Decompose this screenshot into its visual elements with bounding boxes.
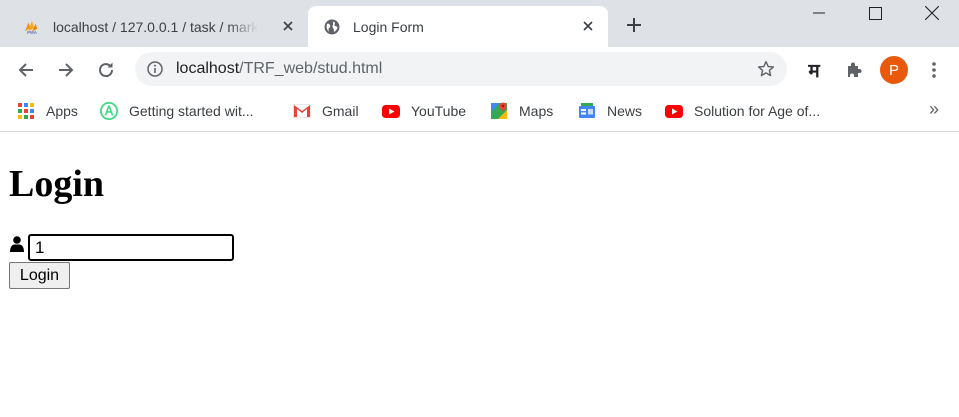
bookmarks-bar: Apps Getting started wit... Gmail YouTub… (0, 93, 959, 132)
tab-title: Login Form (353, 18, 424, 35)
bookmark-maps[interactable]: Maps (490, 101, 553, 121)
bookmark-label: Solution for Age of... (694, 103, 821, 119)
close-icon (925, 6, 939, 20)
back-button[interactable] (10, 54, 42, 86)
tab-phpmyadmin[interactable]: PMA localhost / 127.0.0.1 / task / mark (8, 6, 308, 47)
bookmark-apps[interactable]: Apps (17, 101, 78, 121)
address-bar[interactable]: localhost/TRF_web/stud.html (135, 52, 787, 86)
bookmark-youtube[interactable]: YouTube (382, 101, 466, 121)
bookmark-label: Gmail (322, 103, 359, 119)
browser-toolbar: localhost/TRF_web/stud.html म P (0, 47, 959, 93)
user-icon (10, 236, 24, 252)
apps-grid-icon (17, 102, 35, 120)
bookmark-label: News (607, 103, 643, 119)
close-icon[interactable] (580, 18, 596, 34)
minimize-button[interactable] (796, 0, 842, 26)
bookmark-label: Apps (46, 103, 78, 119)
new-tab-button[interactable] (622, 13, 646, 37)
maximize-icon (868, 6, 882, 20)
star-icon[interactable] (757, 60, 775, 78)
info-icon[interactable] (147, 61, 163, 77)
extensions-button[interactable] (838, 54, 870, 86)
phpmyadmin-icon: PMA (24, 19, 40, 35)
forward-button[interactable] (50, 54, 82, 86)
android-studio-icon (100, 102, 118, 120)
minimize-icon (813, 12, 825, 14)
close-icon[interactable] (280, 18, 296, 34)
extension-hindi-button[interactable]: म (802, 56, 826, 84)
tab-title: localhost / 127.0.0.1 / task / mark (53, 18, 258, 35)
youtube-icon (382, 102, 400, 120)
tab-strip: PMA localhost / 127.0.0.1 / task / mark … (0, 0, 959, 47)
login-button[interactable]: Login (9, 262, 70, 289)
url-path: /TRF_web/stud.html (239, 60, 383, 77)
news-icon (578, 102, 596, 120)
reload-button[interactable] (90, 54, 122, 86)
arrow-left-icon (18, 63, 33, 77)
youtube-icon (665, 102, 683, 120)
url-host: localhost (176, 60, 240, 77)
gmail-icon (293, 102, 311, 120)
menu-button[interactable] (918, 54, 950, 86)
plus-icon (627, 18, 641, 32)
svg-text:PMA: PMA (27, 30, 38, 35)
puzzle-icon (848, 62, 862, 77)
bookmark-getting-started[interactable]: Getting started wit... (100, 101, 254, 121)
page-title: Login (9, 163, 105, 205)
bookmark-label: Maps (519, 103, 554, 119)
bookmark-gmail[interactable]: Gmail (293, 101, 359, 121)
reload-icon (99, 62, 114, 78)
globe-icon (324, 19, 340, 35)
profile-avatar[interactable]: P (880, 56, 908, 84)
arrow-right-icon (59, 63, 74, 77)
bookmark-news[interactable]: News (578, 101, 642, 121)
page-content: Login Login (0, 133, 959, 417)
kebab-menu-icon (932, 62, 936, 78)
bookmark-label: YouTube (411, 103, 467, 119)
url-text[interactable]: localhost/TRF_web/stud.html (176, 60, 382, 78)
username-input[interactable] (28, 234, 234, 261)
bookmark-solution-age-of[interactable]: Solution for Age of... (665, 101, 820, 121)
window-close-button[interactable] (909, 0, 955, 26)
bookmarks-overflow-button[interactable]: » (929, 99, 939, 120)
maps-icon (490, 102, 508, 120)
bookmark-label: Getting started wit... (129, 103, 254, 119)
maximize-button[interactable] (852, 0, 898, 26)
tab-login-form[interactable]: Login Form (308, 6, 608, 47)
